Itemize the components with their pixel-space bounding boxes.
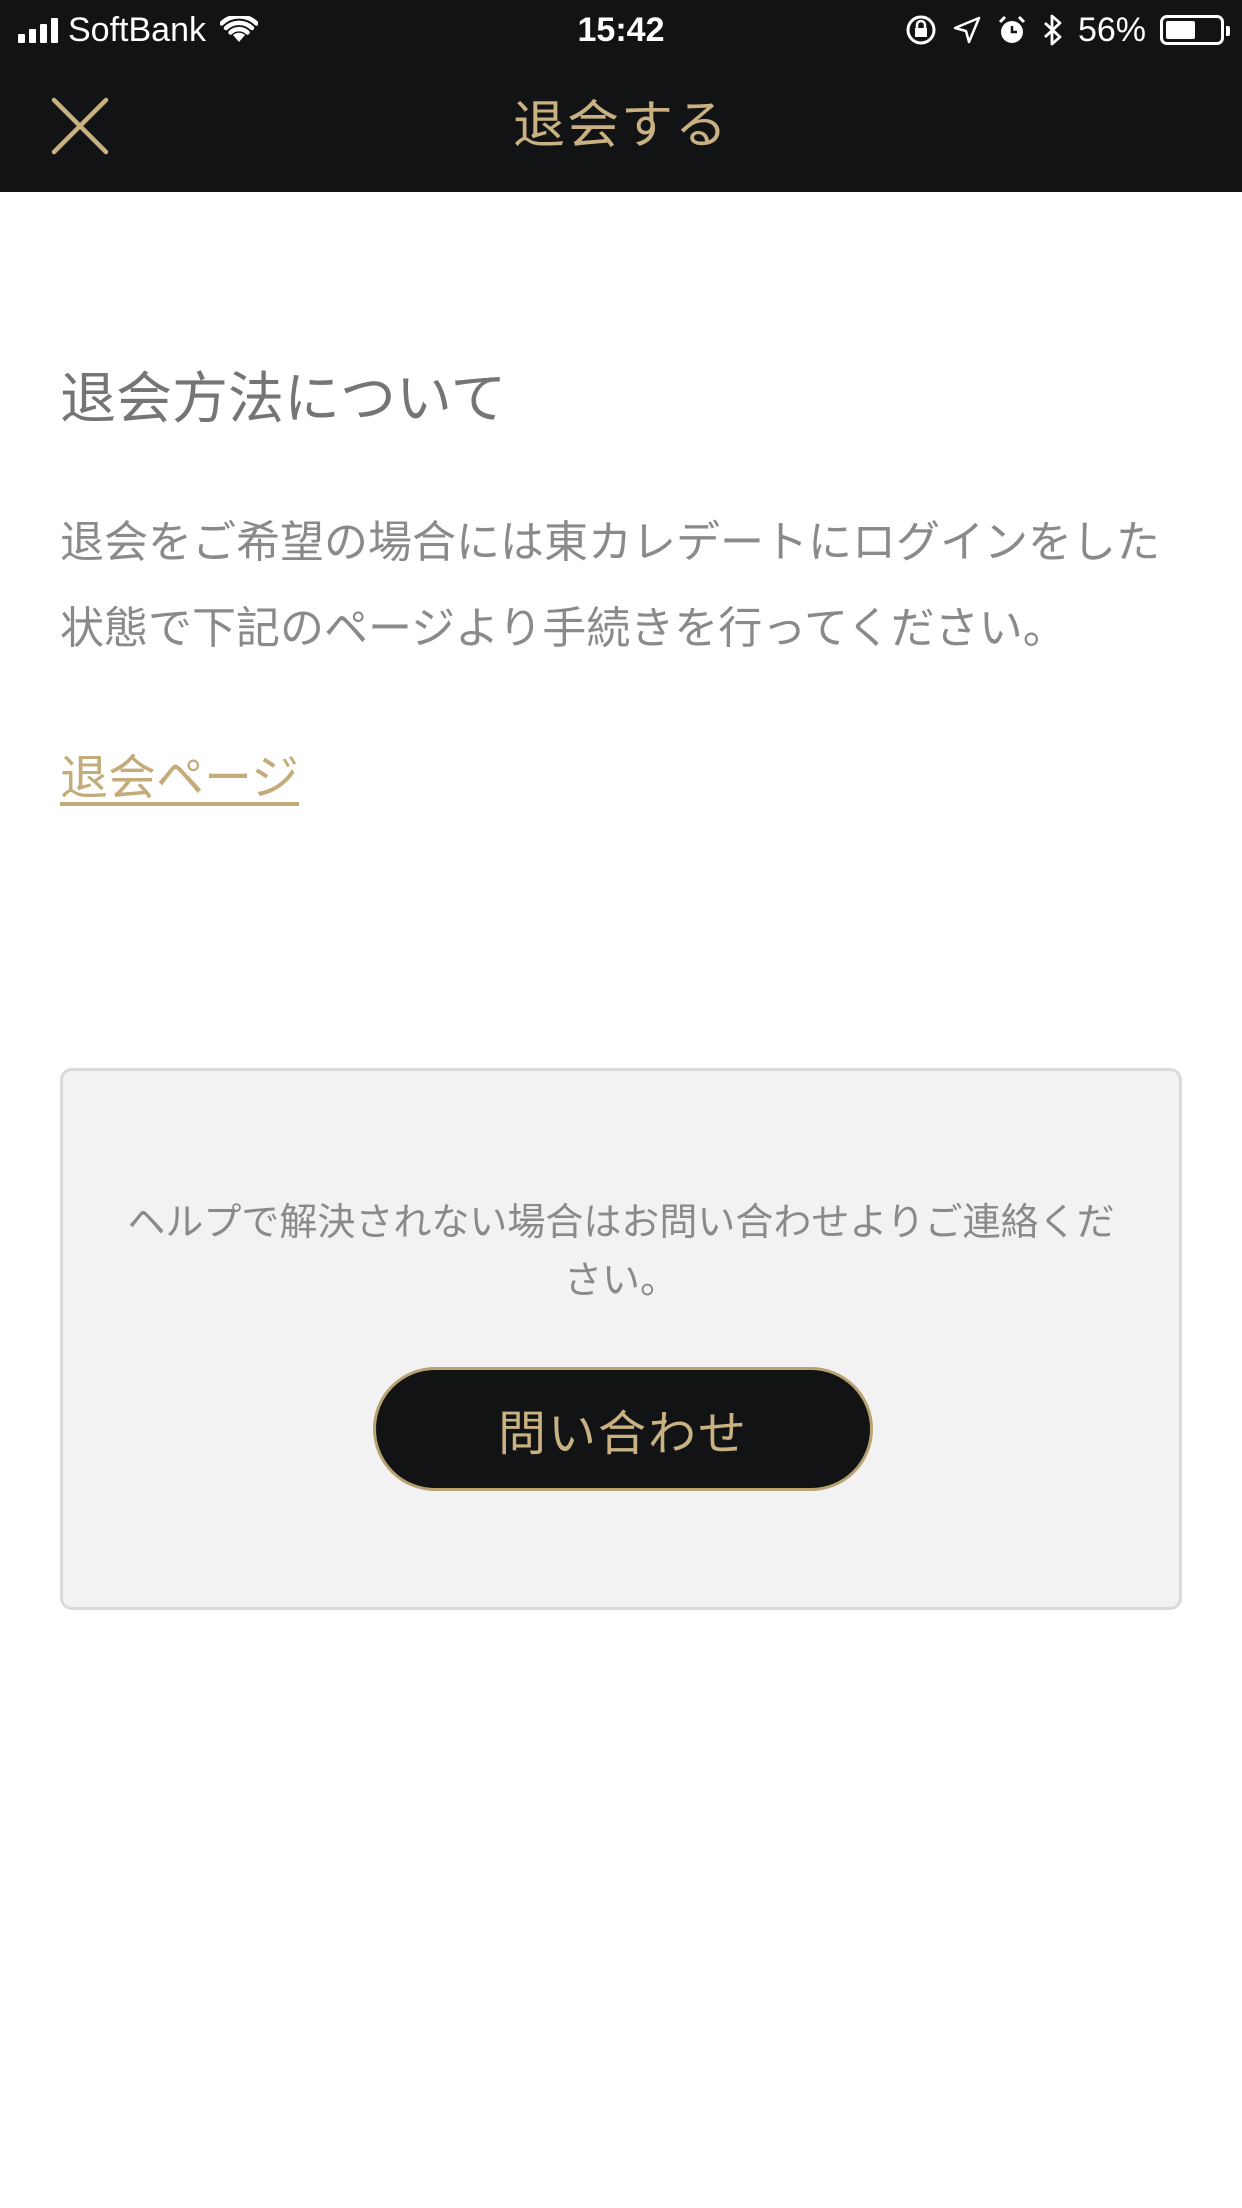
bluetooth-icon (1043, 14, 1062, 46)
orientation-lock-icon (906, 15, 936, 45)
navigation-bar: 退会する (0, 60, 1242, 192)
close-button[interactable] (40, 86, 120, 166)
alarm-icon (998, 15, 1025, 43)
help-box: ヘルプで解決されない場合はお問い合わせよりご連絡ください。 問い合わせ (60, 1068, 1182, 1610)
status-bar: SoftBank 15:42 56% (0, 0, 1242, 60)
battery-level-fill (1166, 21, 1195, 39)
location-icon (953, 16, 981, 44)
page-title: 退会する (512, 96, 729, 156)
withdraw-description: 退会をご希望の場合には東カレデートにログインをした状態で下記のページより手続きを… (60, 517, 1160, 654)
status-bar-right: 56% (904, 0, 1230, 60)
main-content: 退会方法について 退会をご希望の場合には東カレデートにログインをした状態で下記の… (60, 192, 1182, 808)
battery-icon (1160, 15, 1230, 45)
withdraw-page-link[interactable]: 退会ページ (60, 738, 299, 808)
section-title: 退会方法について (60, 367, 507, 432)
battery-percent: 56% (1077, 10, 1146, 49)
contact-button[interactable]: 問い合わせ (373, 1367, 873, 1491)
close-icon (51, 97, 109, 155)
screen: SoftBank 15:42 56% 退会する 退会方法について 退会をご希望の… (0, 0, 1242, 2208)
help-text: ヘルプで解決されない場合はお問い合わせよりご連絡ください。 (127, 1200, 1115, 1302)
